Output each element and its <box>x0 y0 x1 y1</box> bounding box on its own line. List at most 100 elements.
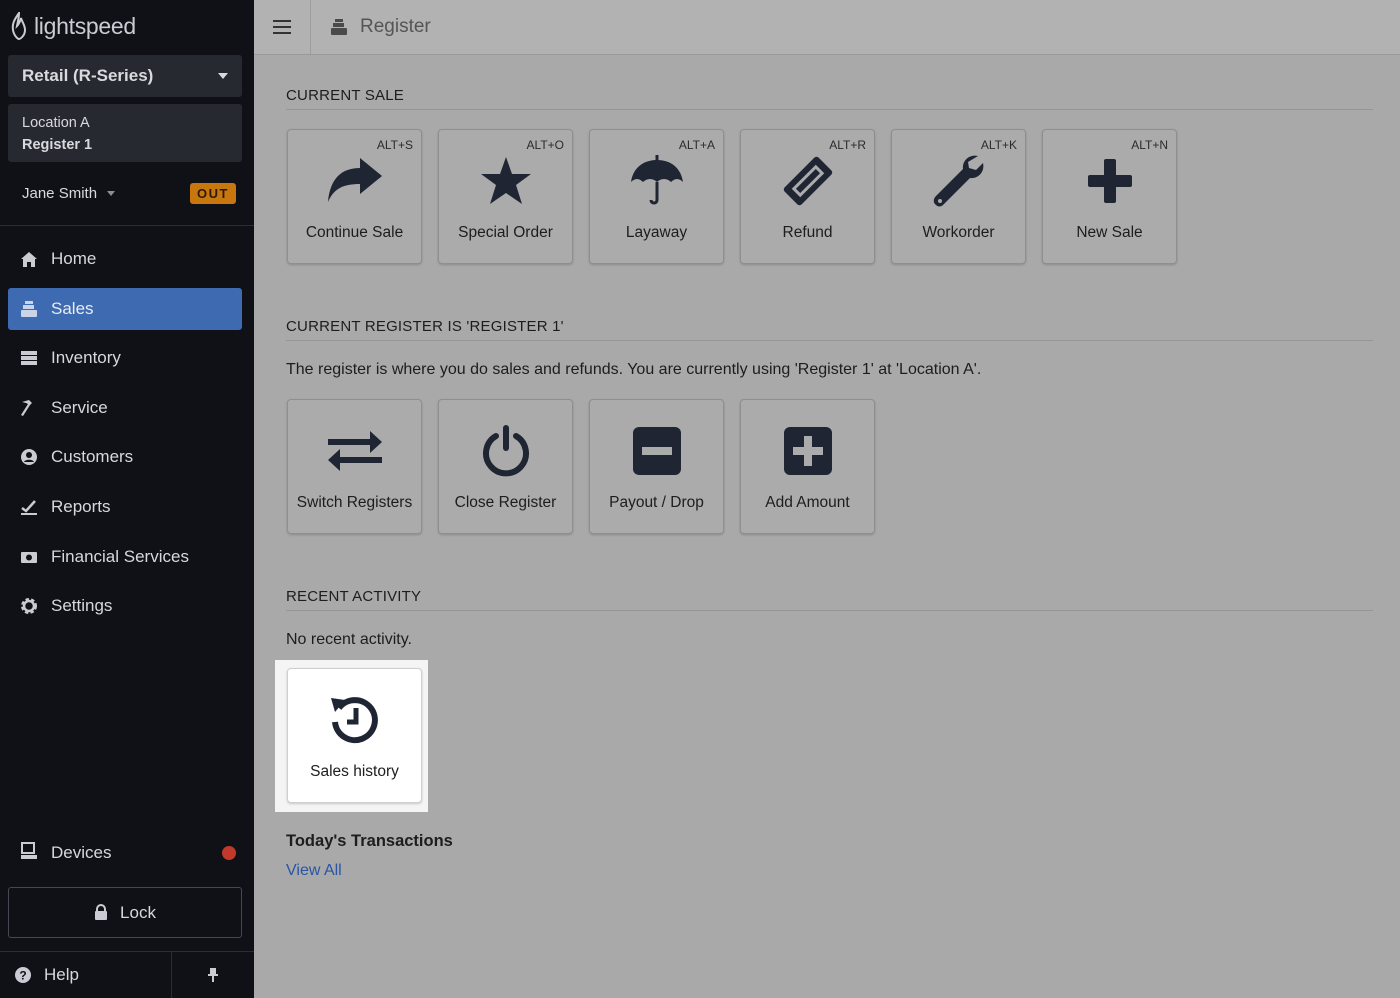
chevron-down-icon <box>218 73 228 79</box>
ticket-icon <box>741 154 874 208</box>
shortcut-label: ALT+S <box>376 138 413 152</box>
page-title-text: Register <box>360 16 431 37</box>
sidebar-item-home[interactable]: Home <box>8 238 242 280</box>
plus-icon <box>1043 154 1176 208</box>
user-menu[interactable]: Jane Smith <box>22 184 116 202</box>
chart-icon <box>20 498 38 516</box>
question-circle-icon: ? <box>15 967 31 983</box>
page-title: Register <box>330 0 431 54</box>
pin-button[interactable] <box>172 952 254 998</box>
register-description: The register is where you do sales and r… <box>286 361 982 378</box>
sidebar-divider <box>0 225 254 226</box>
sidebar-item-settings[interactable]: Settings <box>8 585 242 627</box>
share-arrow-icon <box>288 154 421 208</box>
star-icon <box>439 154 572 208</box>
workorder-button[interactable]: ALT+K Workorder <box>891 129 1026 264</box>
register-label: Register 1 <box>22 137 93 153</box>
sidebar-item-label: Home <box>51 249 97 268</box>
user-name: Jane Smith <box>22 184 98 202</box>
help-button[interactable]: ? Help <box>0 952 172 998</box>
help-label: Help <box>44 965 79 984</box>
location-label: Location A <box>22 115 90 131</box>
shortcut-label: ALT+K <box>980 138 1017 152</box>
sidebar-item-label: Inventory <box>51 348 121 368</box>
history-icon <box>288 693 421 747</box>
sidebar-item-devices[interactable]: Devices <box>8 832 242 874</box>
sidebar-item-label: Settings <box>51 596 113 616</box>
main-content: CURRENT SALE ALT+S Continue Sale ALT+O S… <box>254 55 1400 998</box>
pin-icon <box>208 968 218 982</box>
shortcut-label: ALT+A <box>678 138 715 152</box>
close-register-button[interactable]: Close Register <box>438 399 573 534</box>
help-row: ? Help <box>0 951 254 998</box>
tile-label: Special Order <box>458 224 553 241</box>
top-bar: Register <box>254 0 1400 55</box>
sidebar-item-customers[interactable]: Customers <box>8 436 242 478</box>
lock-icon <box>95 904 108 920</box>
sidebar-item-label: Reports <box>51 496 111 516</box>
recent-activity-heading: RECENT ACTIVITY <box>286 588 1373 611</box>
user-row: Jane Smith OUT <box>22 180 236 206</box>
sidebar-item-reports[interactable]: Reports <box>8 486 242 528</box>
layaway-button[interactable]: ALT+A Layaway <box>589 129 724 264</box>
tile-label: Payout / Drop <box>609 494 704 511</box>
sidebar: lightspeed Retail (R-Series) Location A … <box>0 0 254 998</box>
clock-status-badge[interactable]: OUT <box>190 182 236 204</box>
sidebar-item-sales[interactable]: Sales <box>8 287 242 330</box>
tile-label: Switch Registers <box>296 494 413 511</box>
tile-label: Add Amount <box>765 494 850 511</box>
cash-icon <box>20 548 38 566</box>
sidebar-item-service[interactable]: Service <box>8 387 242 429</box>
plus-square-icon <box>741 424 874 478</box>
tile-label: Sales history <box>310 763 399 780</box>
register-icon <box>20 300 38 318</box>
lightspeed-logo[interactable]: lightspeed <box>10 10 136 42</box>
switch-registers-button[interactable]: Switch Registers <box>287 399 422 534</box>
shortcut-label: ALT+R <box>829 138 866 152</box>
lock-label: Lock <box>120 902 156 922</box>
devices-alert-dot <box>222 846 236 860</box>
user-circle-icon <box>20 448 38 466</box>
sidebar-nav: Home Sales Inventory Service Customers R… <box>8 238 242 635</box>
shortcut-label: ALT+O <box>526 138 564 152</box>
flame-icon <box>11 12 27 40</box>
sidebar-item-financial-services[interactable]: Financial Services <box>8 536 242 578</box>
add-amount-button[interactable]: Add Amount <box>740 399 875 534</box>
lock-button[interactable]: Lock <box>8 887 242 938</box>
sidebar-item-label: Financial Services <box>51 546 189 566</box>
sidebar-item-label: Customers <box>51 447 134 467</box>
register-icon <box>331 19 347 35</box>
sales-history-button[interactable]: Sales history <box>287 668 422 803</box>
sidebar-item-inventory[interactable]: Inventory <box>8 337 242 379</box>
location-register-box[interactable]: Location A Register 1 <box>8 104 242 162</box>
hamburger-menu-button[interactable] <box>254 0 311 54</box>
sidebar-item-label: Service <box>51 397 108 417</box>
logo-text: lightspeed <box>34 12 136 39</box>
continue-sale-button[interactable]: ALT+S Continue Sale <box>287 129 422 264</box>
new-sale-button[interactable]: ALT+N New Sale <box>1042 129 1177 264</box>
no-recent-activity-text: No recent activity. <box>286 631 412 648</box>
chevron-down-icon <box>107 190 116 196</box>
current-sale-heading: CURRENT SALE <box>286 87 1373 110</box>
special-order-button[interactable]: ALT+O Special Order <box>438 129 573 264</box>
home-icon <box>20 250 38 268</box>
payout-drop-button[interactable]: Payout / Drop <box>589 399 724 534</box>
wrench-icon <box>892 154 1025 208</box>
minus-square-icon <box>590 424 723 478</box>
current-register-heading: CURRENT REGISTER IS 'REGISTER 1' <box>286 318 1373 341</box>
refund-button[interactable]: ALT+R Refund <box>740 129 875 264</box>
sidebar-item-label: Sales <box>51 298 94 318</box>
tile-label: Close Register <box>454 494 557 511</box>
power-icon <box>439 424 572 478</box>
tile-label: Workorder <box>922 224 995 241</box>
exchange-icon <box>288 424 421 478</box>
view-all-link[interactable]: View All <box>286 862 342 880</box>
product-label: Retail (R-Series) <box>22 66 154 85</box>
inventory-icon <box>20 349 38 367</box>
svg-text:?: ? <box>19 969 26 983</box>
tile-label: New Sale <box>1076 224 1143 241</box>
product-select[interactable]: Retail (R-Series) <box>8 55 242 97</box>
shortcut-label: ALT+N <box>1131 138 1168 152</box>
todays-transactions-heading: Today's Transactions <box>286 832 453 850</box>
gear-icon <box>20 597 38 615</box>
